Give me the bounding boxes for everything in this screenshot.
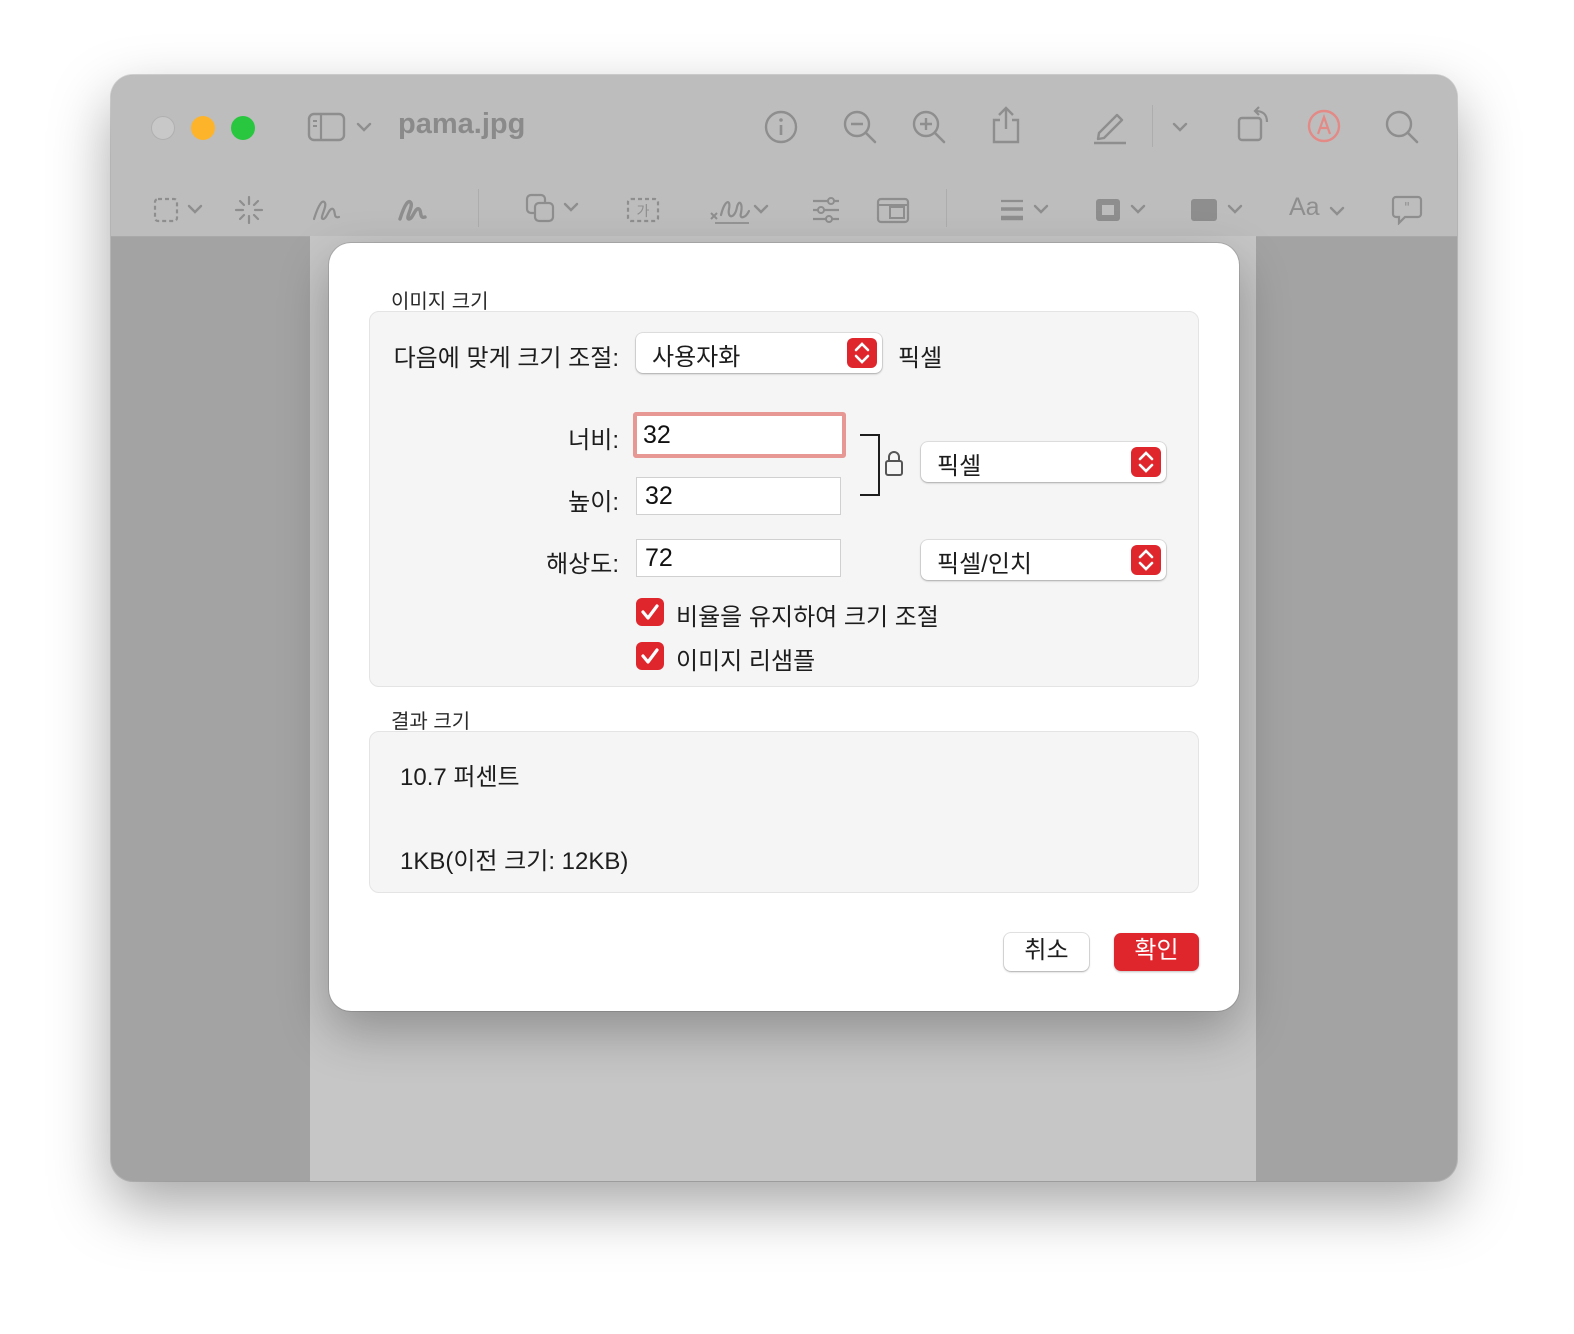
width-label: 너비: [568, 427, 619, 454]
width-field[interactable] [633, 412, 846, 458]
cancel-button[interactable]: 취소 [1004, 933, 1089, 971]
chevron-down-icon[interactable] [356, 121, 372, 133]
percent-text: 10.7 퍼센트 [400, 764, 520, 791]
resize-dialog: 이미지 크기 다음에 맞게 크기 조절: 사용자화 픽셀 너비: 높이: 픽셀 … [329, 243, 1239, 1011]
chevron-down-icon[interactable] [1172, 121, 1188, 133]
info-icon[interactable] [763, 109, 799, 145]
fill-color-icon[interactable] [1189, 197, 1245, 223]
rect-select-icon[interactable] [153, 197, 209, 223]
adjust-size-icon[interactable] [876, 197, 910, 225]
draw-icon[interactable] [397, 195, 429, 225]
resolution-unit-value: 픽셀/인치 [937, 551, 1032, 578]
ok-button[interactable]: 확인 [1114, 933, 1199, 971]
fit-into-value: 사용자화 [652, 344, 741, 371]
popup-stepper-icon [1131, 545, 1161, 575]
resolution-label: 해상도: [546, 551, 619, 578]
shape-style-icon[interactable] [999, 197, 1055, 223]
popup-stepper-icon [1131, 447, 1161, 477]
text-style-label: Aa [1289, 193, 1320, 221]
checkmark-icon [641, 648, 659, 664]
zoom-out-icon[interactable] [842, 109, 878, 145]
resolution-field[interactable] [636, 539, 841, 577]
shapes-icon[interactable] [525, 193, 581, 225]
sidebar-icon[interactable] [307, 111, 347, 143]
resample-label[interactable]: 이미지 리샘플 [676, 641, 815, 676]
share-icon[interactable] [989, 105, 1023, 145]
height-label: 높이: [568, 489, 619, 516]
markup-circle-icon[interactable] [1306, 108, 1342, 144]
fit-into-label: 다음에 맞게 크기 조절: [393, 345, 619, 372]
zoom-in-icon[interactable] [911, 109, 947, 145]
scale-proportionally-checkbox[interactable] [636, 598, 664, 626]
fit-into-unit-label: 픽셀 [898, 345, 943, 372]
resample-checkbox[interactable] [636, 642, 664, 670]
height-field[interactable] [636, 477, 841, 515]
rotate-icon[interactable] [1235, 105, 1273, 145]
svg-text:가: 가 [637, 204, 650, 220]
window-title: pama.jpg [398, 108, 526, 140]
signature-icon[interactable] [709, 193, 771, 227]
instant-alpha-icon[interactable] [234, 195, 264, 225]
text-style-icon[interactable]: Aa [1289, 193, 1345, 222]
markup-toolbar: 가 Aa " [111, 179, 1457, 237]
size-unit-popup[interactable]: 픽셀 [921, 442, 1166, 482]
popup-stepper-icon [847, 338, 877, 368]
resulting-size-group-label: 결과 크기 [391, 711, 471, 733]
adjust-color-icon[interactable] [811, 197, 841, 223]
scale-proportionally-label[interactable]: 비율을 유지하여 크기 조절 [676, 597, 939, 632]
title-bar: pama.jpg [111, 75, 1457, 179]
search-icon[interactable] [1384, 109, 1420, 145]
sketch-icon[interactable] [311, 195, 343, 225]
border-color-icon[interactable] [1094, 197, 1150, 223]
text-icon[interactable]: 가 [626, 197, 660, 225]
svg-text:": " [1404, 201, 1410, 216]
resolution-unit-popup[interactable]: 픽셀/인치 [921, 540, 1166, 580]
minimize-button[interactable] [191, 116, 215, 140]
lock-icon[interactable] [883, 448, 905, 482]
checkmark-icon [641, 604, 659, 620]
markup-pen-icon[interactable] [1091, 107, 1129, 145]
size-unit-value: 픽셀 [937, 453, 982, 480]
note-icon[interactable]: " [1391, 195, 1423, 225]
image-size-group-label: 이미지 크기 [391, 291, 489, 313]
zoom-button[interactable] [231, 116, 255, 140]
close-button[interactable] [151, 116, 175, 140]
fit-into-popup[interactable]: 사용자화 [636, 333, 882, 373]
filesize-text: 1KB(이전 크기: 12KB) [400, 848, 629, 875]
